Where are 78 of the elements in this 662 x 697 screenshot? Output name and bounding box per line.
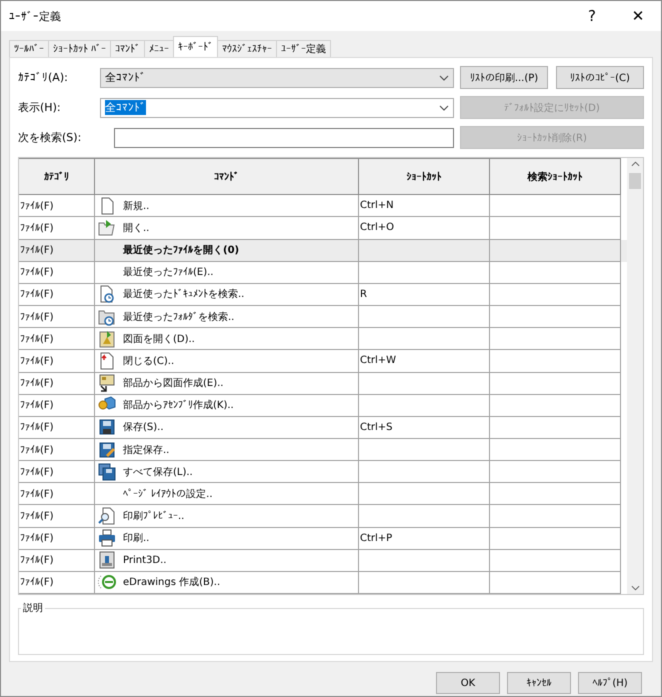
floppy-pencil-icon: [98, 440, 116, 459]
action-button[interactable]: ﾘｽﾄのｺﾋﾟｰ(C): [556, 66, 644, 89]
print3d-icon: [98, 551, 116, 570]
command-name: 閉じる(C)..: [123, 354, 174, 368]
column-header[interactable]: ｶﾃｺﾞﾘ: [19, 158, 95, 196]
table-cell: ﾌｧｲﾙ(F): [19, 284, 95, 306]
command-name: 新規..: [123, 200, 150, 213]
clock-folder-icon: [98, 308, 116, 326]
table-cell: ﾌｧｲﾙ(F): [19, 416, 95, 439]
drawing-icon: [98, 330, 116, 348]
scroll-down-icon[interactable]: [630, 585, 640, 591]
command-name: 最近使ったﾌｧｲﾙを開く(0): [123, 244, 240, 258]
table-cell: R: [359, 284, 490, 306]
scroll-thumb[interactable]: [629, 173, 641, 189]
close-document-icon: [98, 352, 116, 370]
open-folder-icon: [98, 218, 116, 237]
table-cell: ﾌｧｲﾙ(F): [19, 505, 95, 528]
command-name: eDrawings 作成(B)..: [123, 576, 220, 590]
command-name: 印刷..: [123, 532, 150, 546]
window-title: ﾕｰｻﾞｰ定義: [9, 8, 62, 24]
scroll-up-icon[interactable]: [630, 161, 640, 167]
command-name: 最近使ったﾌｫﾙﾀﾞを検索..: [123, 310, 234, 324]
command-name: 指定保存..: [123, 444, 170, 457]
table-cell: Ctrl+W: [359, 350, 490, 372]
chevron-down-icon: [439, 74, 449, 80]
table-cell: ﾌｧｲﾙ(F): [19, 306, 95, 328]
command-name: 部品からｱｾﾝﾌﾞﾘ作成(K)..: [123, 398, 234, 412]
search-label: 次を検索(S):: [18, 130, 82, 145]
table-cell: ﾌｧｲﾙ(F): [19, 461, 95, 484]
scrollbar[interactable]: [627, 158, 643, 594]
table-cell: ﾌｧｲﾙ(F): [19, 262, 95, 284]
command-name: 保存(S)..: [123, 421, 164, 434]
category-dropdown[interactable]: 全ｺﾏﾝﾄﾞ: [100, 68, 454, 88]
tab[interactable]: ﾂｰﾙﾊﾞｰ: [9, 40, 49, 57]
command-name: 開く..: [123, 222, 150, 235]
command-name: 印刷ﾌﾟﾚﾋﾞｭｰ..: [123, 510, 184, 524]
dialog-button[interactable]: ｷｬﾝｾﾙ: [507, 672, 571, 694]
command-name: すべて保存(L)..: [123, 466, 193, 479]
table-cell: ﾌｧｲﾙ(F): [19, 438, 95, 462]
command-name: Print3D..: [123, 554, 166, 566]
command-name: 最近使ったﾌｧｲﾙ(E)..: [123, 266, 214, 280]
table-cell: ﾌｧｲﾙ(F): [19, 483, 95, 506]
display-label: 表示(H):: [18, 100, 62, 115]
chevron-down-icon: [439, 104, 449, 110]
magnifier-document-icon: [98, 507, 116, 526]
column-header[interactable]: 検索ｼｮｰﾄｶｯﾄ: [490, 158, 621, 196]
dialog-button[interactable]: OK: [436, 672, 500, 694]
printer-icon: [98, 529, 116, 548]
table-cell: ﾌｧｲﾙ(F): [19, 328, 95, 350]
category-label: ｶﾃｺﾞﾘ(A):: [18, 71, 69, 84]
floppy-stack-icon: [98, 462, 116, 481]
table-cell: Ctrl+S: [359, 416, 490, 439]
action-button[interactable]: ﾘｽﾄの印刷...(P): [460, 66, 548, 89]
table-cell: ﾌｧｲﾙ(F): [19, 350, 95, 372]
tab[interactable]: ﾕｰｻﾞｰ定義: [276, 40, 332, 57]
search-field[interactable]: [114, 128, 454, 148]
clock-document-icon: [98, 285, 116, 304]
dialog-button[interactable]: ﾍﾙﾌﾟ(H): [578, 672, 642, 694]
e-logo-icon: [98, 573, 116, 592]
table-cell: ﾌｧｲﾙ(F): [19, 394, 95, 417]
table-cell: Ctrl+N: [359, 195, 490, 218]
command-name: ﾍﾟｰｼﾞ ﾚｲｱｳﾄの設定..: [123, 488, 213, 501]
description-label: 説明: [22, 602, 44, 615]
part-drawing-icon: [98, 374, 116, 392]
table-cell: ﾌｧｲﾙ(F): [19, 572, 95, 594]
command-name: 最近使ったﾄﾞｷｭﾒﾝﾄを検索..: [123, 288, 244, 302]
command-name: 図面を開く(D)..: [123, 332, 195, 346]
display-dropdown[interactable]: 全ｺﾏﾝﾄﾞ: [100, 98, 454, 118]
column-header[interactable]: ｺﾏﾝﾄﾞ: [95, 158, 359, 196]
tab[interactable]: ｷｰﾎﾞｰﾄﾞ: [173, 36, 218, 57]
table-cell: ﾌｧｲﾙ(F): [19, 528, 95, 550]
table-cell: Ctrl+P: [359, 528, 490, 550]
column-header[interactable]: ｼｮｰﾄｶｯﾄ: [359, 158, 490, 196]
table-cell: ﾌｧｲﾙ(F): [19, 550, 95, 572]
table-cell: ﾌｧｲﾙ(F): [19, 240, 95, 262]
command-name: 部品から図面作成(E)..: [123, 376, 224, 390]
table-cell: ﾌｧｲﾙ(F): [19, 372, 95, 395]
table-cell: ﾌｧｲﾙ(F): [19, 195, 95, 218]
